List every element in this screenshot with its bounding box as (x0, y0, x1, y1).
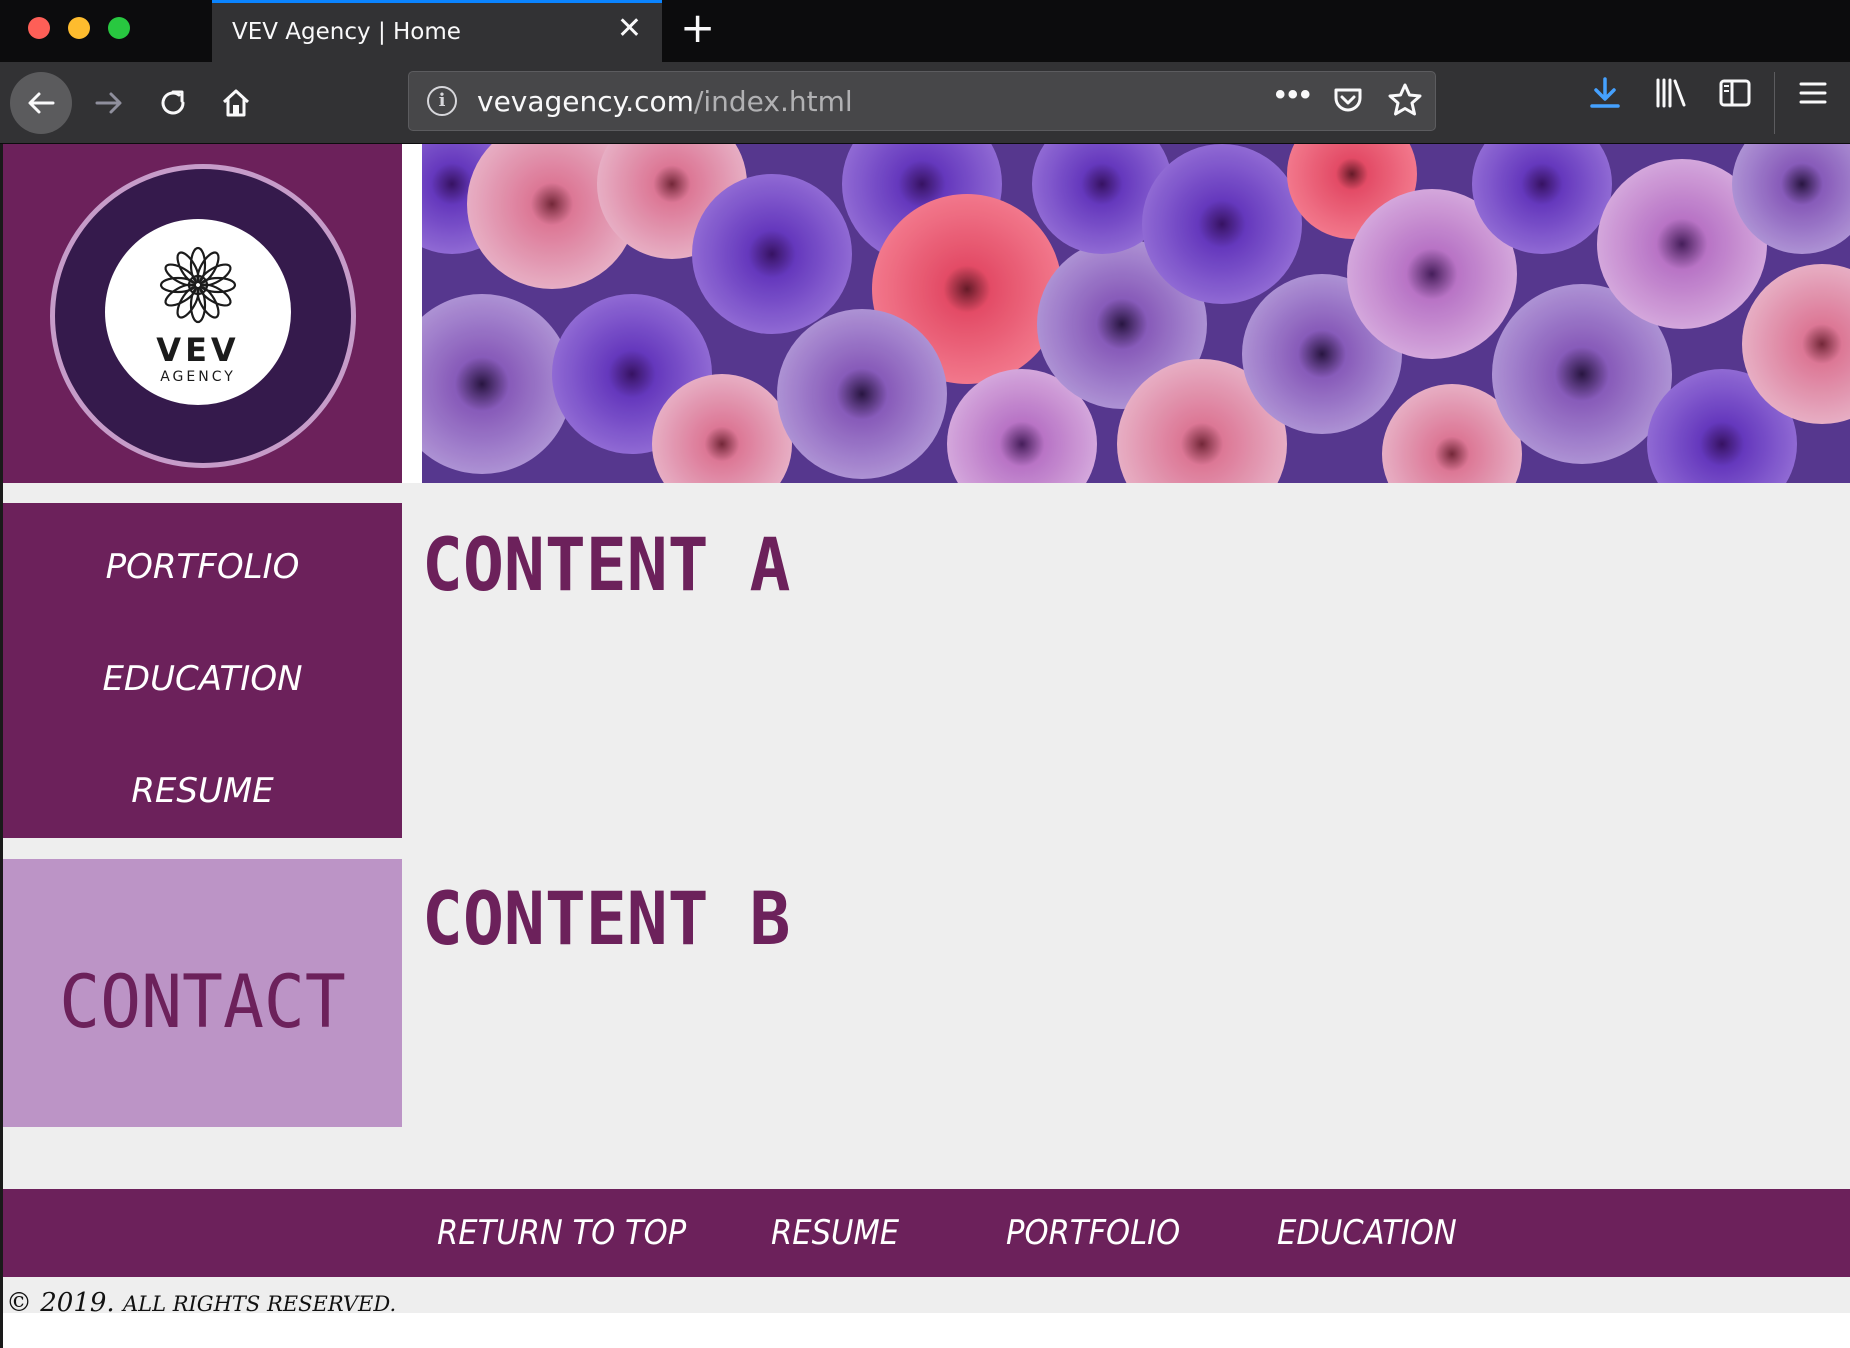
back-button[interactable] (10, 72, 72, 134)
tab-title: VEV Agency | Home (232, 19, 461, 45)
close-tab-icon[interactable]: ✕ (617, 14, 642, 44)
logo-disc: VEV AGENCY (105, 219, 291, 405)
toolbar-separator (1774, 72, 1775, 134)
library-icon[interactable] (1654, 76, 1688, 115)
url-bar[interactable]: i vevagency.com/index.html ••• (408, 71, 1436, 131)
contact-panel[interactable]: CONTACT (3, 859, 402, 1127)
copyright-text: ALL RIGHTS RESERVED. (122, 1292, 397, 1316)
bookmark-star-icon[interactable] (1387, 82, 1423, 123)
minimize-window-button[interactable] (68, 17, 90, 39)
flower-banner-image (422, 144, 1850, 483)
page-actions-button[interactable]: ••• (1275, 78, 1313, 112)
new-tab-button[interactable]: + (680, 6, 715, 50)
copyright-year: © 2019. (6, 1288, 115, 1318)
content-a-heading: CONTENT A (422, 523, 791, 609)
logo-subtitle: AGENCY (160, 369, 236, 385)
pocket-icon[interactable] (1331, 84, 1365, 123)
nav-link-resume[interactable]: RESUME (3, 771, 402, 811)
forward-arrow-icon (95, 92, 122, 114)
side-nav: PORTFOLIO EDUCATION RESUME (3, 503, 402, 838)
footer-link-education[interactable]: EDUCATION (1277, 1213, 1457, 1253)
sidebar-icon[interactable] (1718, 76, 1752, 115)
hero-flower-banner (422, 144, 1850, 483)
url-path: /index.html (693, 85, 853, 118)
logo-wordmark: VEV (156, 331, 240, 369)
copyright-notice: © 2019. ALL RIGHTS RESERVED. (6, 1288, 396, 1318)
mandala-logo-icon (159, 246, 237, 324)
content-b-heading: CONTENT B (422, 877, 791, 963)
home-icon (222, 89, 250, 117)
reload-button[interactable] (142, 72, 204, 134)
maximize-window-button[interactable] (108, 17, 130, 39)
footer-link-portfolio[interactable]: PORTFOLIO (1006, 1213, 1180, 1253)
forward-button[interactable] (78, 72, 140, 134)
download-icon[interactable] (1588, 76, 1622, 115)
reload-icon (161, 90, 185, 115)
site-info-icon[interactable]: i (427, 86, 457, 116)
web-page: VEV AGENCY PORTFOLIO EDUCATION RESUME CO… (0, 144, 1850, 1348)
footer-link-resume[interactable]: RESUME (771, 1213, 899, 1253)
nav-link-portfolio[interactable]: PORTFOLIO (3, 547, 402, 587)
footer-nav: RETURN TO TOP RESUME PORTFOLIO EDUCATION (3, 1189, 1850, 1277)
footer-link-return-to-top[interactable]: RETURN TO TOP (437, 1213, 686, 1253)
back-arrow-icon (28, 92, 55, 114)
browser-tab-active[interactable]: VEV Agency | Home ✕ (212, 0, 662, 62)
url-text[interactable]: vevagency.com/index.html (477, 85, 853, 118)
close-window-button[interactable] (28, 17, 50, 39)
hamburger-menu-icon[interactable] (1796, 76, 1830, 115)
browser-tab-bar: VEV Agency | Home ✕ + (0, 0, 1850, 62)
browser-toolbar: i vevagency.com/index.html ••• (0, 62, 1850, 144)
home-button[interactable] (205, 72, 267, 134)
nav-link-education[interactable]: EDUCATION (3, 659, 402, 699)
logo-panel: VEV AGENCY (3, 144, 402, 483)
contact-label[interactable]: CONTACT (3, 960, 402, 1045)
logo-badge[interactable]: VEV AGENCY (50, 164, 356, 468)
url-host: vevagency.com (477, 85, 694, 118)
